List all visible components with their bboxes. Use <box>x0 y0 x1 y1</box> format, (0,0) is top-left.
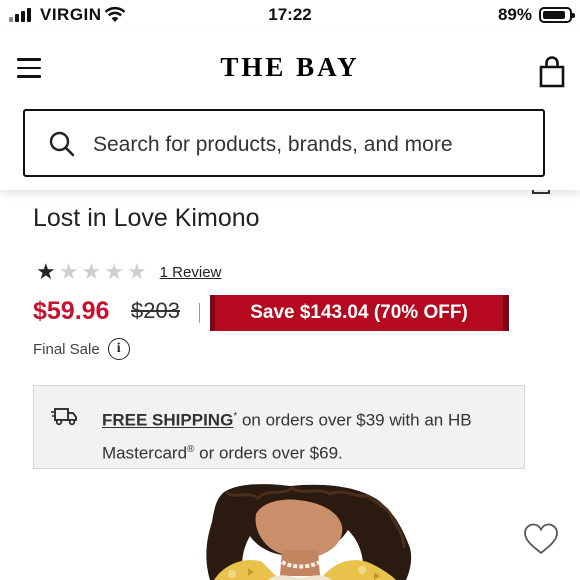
search-icon <box>49 131 75 157</box>
star-empty-icon: ★ <box>104 259 124 284</box>
info-icon[interactable]: i <box>107 338 130 360</box>
search-placeholder: Search for products, brands, and more <box>93 133 453 156</box>
star-empty-icon: ★ <box>126 259 147 284</box>
free-shipping-link[interactable]: FREE SHIPPING <box>102 411 233 430</box>
savings-badge: Save $143.04 (70% OFF) <box>210 295 509 331</box>
heart-icon[interactable] <box>522 522 560 556</box>
original-price: $203 <box>131 298 180 323</box>
product-rating: ★ ★ ★ ★ ★ 1 Review <box>36 259 222 284</box>
product-image[interactable] <box>0 484 580 580</box>
shipping-promo: FREE SHIPPING* on orders over $39 with a… <box>33 385 525 469</box>
shipping-text-part-2: or orders over $69. <box>194 443 343 463</box>
product-title: Lost in Love Kimono <box>33 204 260 232</box>
battery-icon <box>539 7 575 23</box>
search-input[interactable]: Search for products, brands, and more <box>23 109 545 177</box>
battery-percentage: 89% <box>497 5 532 24</box>
sale-price: $59.96 <box>33 297 110 325</box>
star-empty-icon: ★ <box>58 259 79 284</box>
price-divider <box>199 303 200 323</box>
shipping-text: FREE SHIPPING* on orders over $39 with a… <box>102 402 517 467</box>
site-header: THE BAY Search for products, brands, and… <box>0 30 580 190</box>
star-empty-icon: ★ <box>81 259 102 284</box>
price-row: $59.96 $203 Save $143.04 (70% OFF) <box>33 295 553 331</box>
shopping-bag-icon[interactable] <box>538 56 566 88</box>
status-time: 17:22 <box>268 5 312 24</box>
review-count-link[interactable]: 1 Review <box>160 264 222 281</box>
store-logo[interactable]: THE BAY <box>0 52 580 83</box>
final-sale-label: Final Sale <box>33 340 100 358</box>
star-filled-icon: ★ <box>36 259 56 284</box>
final-sale-notice: Final Sale i <box>33 338 130 360</box>
status-bar: VIRGIN 17:22 89% <box>0 0 580 30</box>
delivery-truck-icon <box>51 408 77 426</box>
